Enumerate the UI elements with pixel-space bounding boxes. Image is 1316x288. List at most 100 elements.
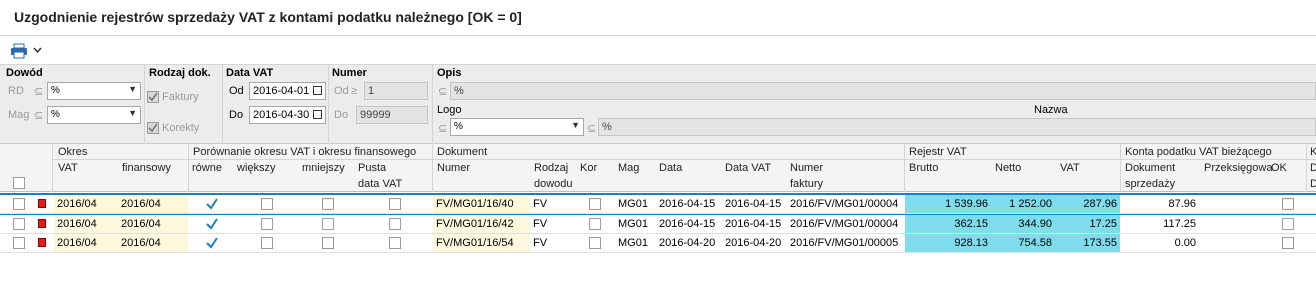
table-row[interactable]: 2016/04 2016/04 FV/MG01/16/42 FV MG01 2016-04… (0, 215, 1316, 234)
mniejszy-checkbox[interactable] (322, 198, 334, 210)
red-flag-icon (38, 238, 46, 247)
mag-label: Mag (8, 109, 30, 121)
group-dokument: Dokument (437, 146, 488, 158)
numer-do-input[interactable]: 99999 (356, 106, 428, 124)
faktury-label: Faktury (162, 91, 199, 103)
col-okres-vat[interactable]: VAT (58, 162, 78, 174)
cell-data: 2016-04-20 (659, 237, 716, 249)
wiekszy-checkbox[interactable] (261, 218, 273, 230)
cell-okres-fin: 2016/04 (118, 195, 188, 213)
group-rejestr-vat: Rejestr VAT (909, 146, 967, 158)
cell-data-vat: 2016-04-15 (725, 218, 782, 230)
calendar-icon[interactable] (313, 86, 322, 95)
col-numer-faktury-2: faktury (790, 178, 824, 190)
logo-select[interactable]: % ▼ (450, 118, 584, 136)
row-select-checkbox[interactable] (13, 237, 25, 249)
cell-dok-sprzedazy: 0.00 (1174, 237, 1196, 249)
col-d[interactable]: D (1310, 162, 1316, 174)
mniejszy-checkbox[interactable] (322, 218, 334, 230)
numer-od-operator: ≥ (351, 85, 358, 97)
table-row[interactable]: 2016/04 2016/04 FV/MG01/16/40 FV MG01 2016-04… (0, 195, 1316, 214)
ok-checkbox[interactable] (1282, 218, 1294, 230)
cell-rodzaj: FV (533, 218, 548, 230)
cell-numer: FV/MG01/16/54 (433, 234, 530, 252)
rd-operator: ⊆ (34, 86, 44, 98)
group-extra: K (1310, 146, 1316, 158)
cell-netto: 754.58 (991, 234, 1055, 252)
rowne-checkbox[interactable] (206, 237, 218, 249)
cell-vat: 173.55 (1055, 234, 1120, 252)
wiekszy-checkbox[interactable] (261, 198, 273, 210)
printer-icon[interactable] (10, 43, 28, 62)
calendar-icon[interactable] (313, 110, 322, 119)
col-data[interactable]: Data (659, 162, 682, 174)
numer-od-input[interactable]: 1 (364, 82, 428, 100)
col-numer-faktury[interactable]: Numer (790, 162, 823, 174)
rd-select[interactable]: % ▼ (47, 82, 141, 100)
col-rowne[interactable]: równe (192, 162, 222, 174)
col-mniejszy[interactable]: mniejszy (302, 162, 345, 174)
col-numer[interactable]: Numer (437, 162, 470, 174)
pusta-data-vat-checkbox[interactable] (389, 218, 401, 230)
select-all-checkbox[interactable] (13, 177, 25, 189)
mniejszy-checkbox[interactable] (322, 237, 334, 249)
chevron-down-icon[interactable] (33, 45, 42, 57)
ok-checkbox[interactable] (1282, 198, 1294, 210)
col-pusta-2: data VAT (358, 178, 403, 190)
col-data-vat[interactable]: Data VAT (725, 162, 771, 174)
faktury-checkbox[interactable] (147, 91, 159, 103)
row-select-checkbox[interactable] (13, 218, 25, 230)
group-konta: Konta podatku VAT bieżącego (1125, 146, 1272, 158)
pusta-data-vat-checkbox[interactable] (389, 237, 401, 249)
group-okres: Okres (58, 146, 88, 158)
col-ok[interactable]: OK (1271, 162, 1287, 174)
col-vat[interactable]: VAT (1060, 162, 1080, 174)
group-porownanie: Porównanie okresu VAT i okresu finansowe… (193, 146, 417, 158)
opis-label: Opis (437, 67, 462, 79)
cell-data: 2016-04-15 (659, 198, 716, 210)
cell-rodzaj: FV (533, 237, 548, 249)
cell-vat: 17.25 (1055, 215, 1120, 233)
kor-checkbox[interactable] (589, 237, 601, 249)
numer-label: Numer (332, 67, 367, 79)
opis-input[interactable]: % (450, 82, 1316, 100)
col-rodzaj-2: dowodu (534, 178, 573, 190)
pusta-data-vat-checkbox[interactable] (389, 198, 401, 210)
col-okres-finansowy[interactable]: finansowy (122, 162, 171, 174)
rowne-checkbox[interactable] (206, 218, 218, 230)
col-rodzaj[interactable]: Rodzaj (534, 162, 568, 174)
col-kor[interactable]: Kor (580, 162, 597, 174)
ok-checkbox[interactable] (1282, 237, 1294, 249)
row-select-checkbox[interactable] (13, 198, 25, 210)
cell-okres-vat: 2016/04 (54, 215, 118, 233)
nazwa-input[interactable]: % (598, 118, 1316, 136)
wiekszy-checkbox[interactable] (261, 237, 273, 249)
col-przeksiegowa[interactable]: Przeksięgowa (1204, 162, 1272, 174)
korekty-checkbox[interactable] (147, 122, 159, 134)
cell-nr-faktury: 2016/FV/MG01/00004 (790, 198, 899, 210)
nazwa-operator: ⊆ (587, 123, 597, 135)
col-netto[interactable]: Netto (995, 162, 1021, 174)
table-row[interactable]: 2016/04 2016/04 FV/MG01/16/54 FV MG01 2016-04… (0, 234, 1316, 253)
toolbar (0, 36, 1316, 64)
cell-brutto: 362.15 (905, 215, 991, 233)
window-title: Uzgodnienie rejestrów sprzedaży VAT z ko… (14, 9, 522, 25)
col-dokument-sprzedazy[interactable]: Dokument (1125, 162, 1175, 174)
data-od-input[interactable]: 2016-04-01 (249, 82, 326, 100)
kor-checkbox[interactable] (589, 218, 601, 230)
rowne-checkbox[interactable] (206, 198, 218, 210)
data-vat-label: Data VAT (226, 67, 274, 79)
numer-do-label: Do (334, 109, 349, 121)
chevron-down-icon: ▼ (128, 108, 137, 118)
kor-checkbox[interactable] (589, 198, 601, 210)
col-mag[interactable]: Mag (618, 162, 639, 174)
col-brutto[interactable]: Brutto (909, 162, 938, 174)
cell-numer: FV/MG01/16/40 (433, 195, 530, 213)
cell-dok-sprzedazy: 117.25 (1163, 218, 1196, 230)
data-do-input[interactable]: 2016-04-30 (249, 106, 326, 124)
col-wiekszy[interactable]: większy (237, 162, 276, 174)
cell-okres-vat: 2016/04 (54, 234, 118, 252)
mag-select[interactable]: % ▼ (47, 106, 141, 124)
col-pusta[interactable]: Pusta (358, 162, 386, 174)
cell-brutto: 1 539.96 (905, 195, 991, 213)
